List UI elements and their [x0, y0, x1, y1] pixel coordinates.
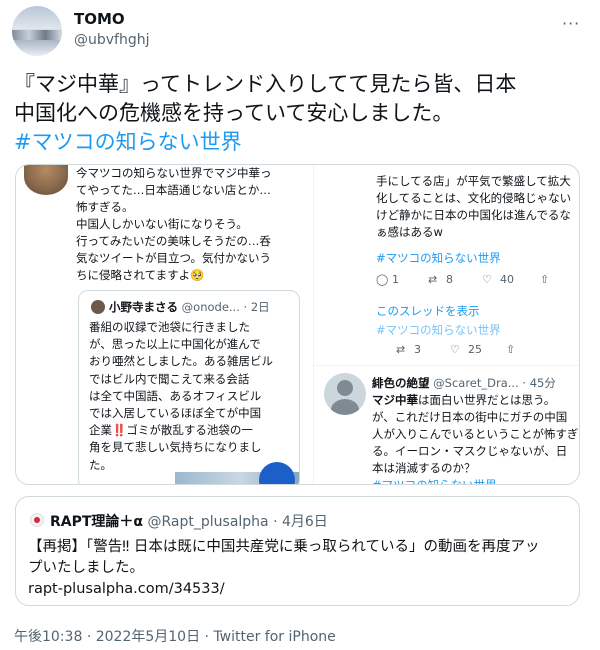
quoted-tweet-line: プいたしました。: [28, 560, 144, 576]
like-count: 25: [468, 343, 482, 356]
retweet-icon: ⇄: [428, 273, 438, 286]
quote-card-handle: @onode...: [181, 300, 240, 314]
reply-time: · 45分: [522, 376, 556, 390]
retweet-count: 3: [414, 343, 421, 356]
reply-hashtag: #マツコの知らない世界: [372, 478, 497, 485]
tweet-media-image[interactable]: 今マツコの知らない世界でマジ中華っ てやってた…日本語通じない店とか… 怖すぎる…: [15, 164, 580, 485]
media-right-divider: [313, 365, 579, 366]
quoted-tweet-card[interactable]: RAPT理論＋α @Rapt_plusalpha · 4月6日 【再掲】「警告‼…: [15, 496, 580, 606]
reply-line: が、これだけ日本の街中にガチの中国: [372, 410, 568, 424]
media-left-line: てやってた…日本語通じない店とか…: [76, 183, 271, 197]
share-icon: ⇧: [540, 273, 550, 286]
reply-line: 本は消滅するのか？: [372, 461, 476, 475]
reply-line: マジ中華は面白い世界だとは思う。: [372, 393, 556, 407]
quote-card-header: 小野寺まさる @onode... · 2日: [109, 299, 270, 315]
media-divider: [313, 165, 314, 484]
media-right-text: 手にしてる店」が平気で繁盛して拡大 化してることは、文化的侵略じゃない けど静か…: [376, 173, 579, 241]
quoted-tweet-link[interactable]: rapt-plusalpha.com/34533/: [28, 579, 573, 600]
quote-card-time: · 2日: [243, 300, 270, 314]
share-icon: ⇧: [506, 343, 516, 356]
tweet-line-1: 『マジ中華』ってトレンド入りしてて見たら皆、日本: [14, 72, 517, 96]
quoted-tweet-line: 【再掲】「警告‼ 日本は既に中国共産党に乗っ取られている」の動画を再度アッ: [28, 539, 540, 555]
reply-name: 緋色の絶望: [372, 376, 430, 390]
media-right-line: 手にしてる店」が平気で繁盛して拡大: [376, 174, 571, 188]
media-left-avatar: [24, 165, 68, 195]
quoted-tweet-text: 【再掲】「警告‼ 日本は既に中国共産党に乗っ取られている」の動画を再度アッ プい…: [28, 537, 573, 600]
quoted-tweet-date: · 4月6日: [273, 514, 328, 530]
media-right-hashtag: #マツコの知らない世界: [376, 251, 501, 265]
media-quote-card: 小野寺まさる @onode... · 2日 番組の収録で池袋に行きました が、思…: [78, 290, 300, 484]
quote-card-line: おり唖然としました。ある雑居ビル: [89, 354, 273, 369]
like-count: 40: [500, 273, 514, 286]
media-left-line: 怖すぎる。: [76, 200, 134, 214]
reply-count: 1: [392, 273, 399, 286]
like-icon: ♡: [482, 273, 492, 286]
tweet-hashtag[interactable]: #マツコの知らない世界: [14, 128, 584, 157]
quote-card-line: 角を見て悲しい気持ちになりまし: [89, 440, 262, 455]
quoted-tweet-header: RAPT理論＋α @Rapt_plusalpha · 4月6日: [50, 511, 328, 531]
media-right-line: ぁ感はあるw: [376, 225, 443, 239]
meta-separator: ·: [86, 629, 92, 645]
retweet-count: 8: [446, 273, 453, 286]
media-left-line: 行ってみたいだの美味しそうだの…呑: [76, 234, 271, 248]
media-right-line: 化してることは、文化的侵略じゃない: [376, 191, 572, 205]
quoted-tweet-avatar: [30, 513, 44, 527]
tweet-line-2: 中国化への危機感を持っていて安心しました。: [14, 101, 454, 125]
media-left-line: 今マツコの知らない世界でマジ中華っ: [76, 166, 272, 180]
author-avatar[interactable]: [12, 6, 62, 56]
default-avatar-icon: [324, 373, 366, 415]
media-right-line: けど静かに日本の中国化は進んでるな: [376, 208, 571, 222]
tweet-time[interactable]: 午後10:38: [14, 629, 82, 645]
media-left-line: 気なツイートが目立つ。気付かないう: [76, 251, 272, 265]
tweet-meta: 午後10:38 · 2022年5月10日 · Twitter for iPhon…: [14, 626, 336, 646]
quote-card-line: ではビル内で聞こえて来る会話: [89, 371, 250, 386]
quote-card-avatar: [91, 300, 105, 314]
reply-text: マジ中華は面白い世界だとは思う。 が、これだけ日本の街中にガチの中国 人が入りこ…: [372, 392, 579, 485]
more-icon[interactable]: ···: [562, 14, 580, 33]
media-left-line: 中国人しかいない街になりそう。: [76, 217, 248, 231]
reply-header: 緋色の絶望 @Scaret_Dra... · 45分: [372, 375, 556, 391]
quote-card-text: 番組の収録で池袋に行きました が、思った以上に中国化が進んで おり唖然としました…: [89, 319, 294, 474]
reply-handle: @Scaret_Dra...: [433, 376, 519, 390]
quote-card-line: が、思った以上に中国化が進んで: [89, 337, 261, 352]
retweet-icon: ⇄: [396, 343, 406, 356]
tweet-text: 『マジ中華』ってトレンド入りしてて見たら皆、日本 中国化への危機感を持っていて安…: [14, 70, 584, 157]
reply-line: 人が入りこんでいるということが怖すぎ: [372, 427, 579, 441]
quoted-tweet-name: RAPT理論＋α: [50, 514, 144, 530]
thread-hashtag: #マツコの知らない世界: [376, 323, 501, 337]
author-handle[interactable]: @ubvfhghj: [74, 32, 150, 48]
tweet-source[interactable]: Twitter for iPhone: [213, 629, 335, 645]
quote-card-line: は全て中国語、あるオフィスビル: [89, 388, 262, 403]
quote-card-name: 小野寺まさる: [109, 300, 178, 314]
like-icon: ♡: [450, 343, 460, 356]
author-display-name[interactable]: TOMO: [74, 10, 125, 28]
quoted-tweet-handle: @Rapt_plusalpha: [147, 514, 269, 530]
show-thread-link: このスレッドを表示: [376, 304, 480, 318]
reply-line: る。イーロン・マスクじゃないが、日: [372, 444, 568, 458]
tweet-date[interactable]: 2022年5月10日: [96, 629, 200, 645]
quote-card-line: 番組の収録で池袋に行きました: [89, 320, 250, 334]
media-left-text: 今マツコの知らない世界でマジ中華っ てやってた…日本語通じない店とか… 怖すぎる…: [76, 165, 306, 284]
reply-icon: ◯: [376, 273, 389, 286]
quote-card-line: 企業‼️ゴミが散乱する池袋の一: [89, 423, 253, 438]
meta-separator: ·: [204, 629, 209, 645]
quote-card-line: では入居しているほぼ全てが中国: [89, 406, 262, 421]
media-left-line: ちに侵略されてますよ🥺: [76, 268, 205, 282]
